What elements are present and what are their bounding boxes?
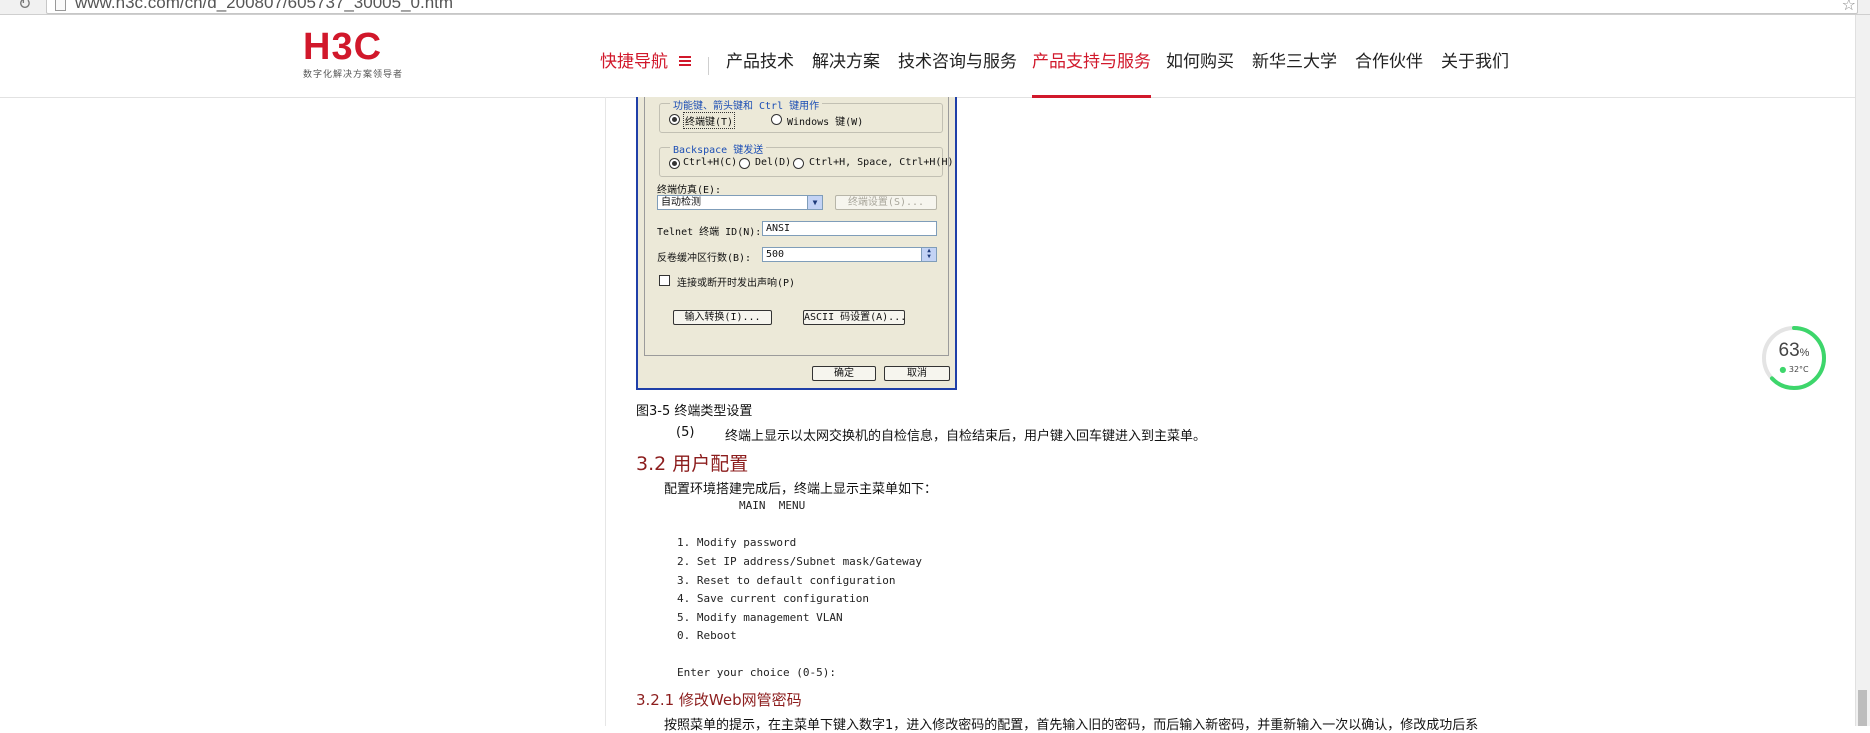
nav-solutions[interactable]: 解决方案 xyxy=(812,15,880,97)
radio-del-label: Del(D) xyxy=(755,157,792,168)
cut-paragraph: 按照菜单的提示，在主菜单下键入数字1，进入修改密码的配置，首先输入旧的密码，而后… xyxy=(664,718,1479,733)
nav-product-technology[interactable]: 产品技术 xyxy=(726,15,794,97)
radio-ctrl-h[interactable] xyxy=(669,158,680,169)
cancel-button[interactable]: 取消 xyxy=(884,366,950,381)
nav-h3c-university[interactable]: 新华三大学 xyxy=(1252,15,1337,97)
address-bar[interactable]: www.h3c.com/cn/d_200807/605737_30005_0.h… xyxy=(46,0,1858,14)
subsection-heading: 3.2.1 修改Web网管密码 xyxy=(636,691,802,709)
logo-tagline: 数字化解决方案领导者 xyxy=(303,70,404,80)
nav-about-us[interactable]: 关于我们 xyxy=(1441,15,1509,97)
telnet-id-value: ANSI xyxy=(766,223,791,234)
nav-label: 新华三大学 xyxy=(1252,52,1337,72)
nav-label: 产品技术 xyxy=(726,52,794,72)
menu-lines-icon xyxy=(679,54,692,68)
figure-caption: 图3-5 终端类型设置 xyxy=(636,404,753,419)
terminal-settings-dialog-image: 功能键、箭头键和 Ctrl 键用作 终端键(T) Windows 键(W) Ba… xyxy=(636,97,957,390)
terminal-settings-button[interactable]: 终端设置(S)... xyxy=(835,195,937,210)
keys-group: 功能键、箭头键和 Ctrl 键用作 终端键(T) Windows 键(W) xyxy=(659,97,943,133)
gauge-percent: 63% xyxy=(1761,340,1827,362)
menu-item: 3. Reset to default configuration xyxy=(677,574,896,587)
menu-item: 2. Set IP address/Subnet mask/Gateway xyxy=(677,555,923,568)
browser-toolbar: ↻ www.h3c.com/cn/d_200807/605737_30005_0… xyxy=(0,0,1870,15)
backspace-group-title: Backspace 键发送 xyxy=(670,141,767,156)
nav-label: 产品支持与服务 xyxy=(1032,52,1151,72)
dropdown-arrow-icon[interactable]: ▼ xyxy=(807,196,822,209)
nav-label: 解决方案 xyxy=(812,52,880,72)
menu-title: MAIN MENU xyxy=(739,499,806,512)
menu-prompt: Enter your choice (0-5): xyxy=(677,666,836,679)
nav-label: 快捷导航 xyxy=(600,52,668,72)
keys-group-title: 功能键、箭头键和 Ctrl 键用作 xyxy=(670,97,823,112)
page-icon xyxy=(55,0,66,11)
ok-button[interactable]: 确定 xyxy=(812,366,876,381)
nav-how-to-buy[interactable]: 如何购买 xyxy=(1166,15,1234,97)
emulation-label: 终端仿真(E): xyxy=(657,185,722,196)
page-scrollbar-thumb[interactable] xyxy=(1858,690,1867,726)
gauge-temp-value: 32°C xyxy=(1788,365,1809,374)
menu-item: 4. Save current configuration xyxy=(677,592,870,605)
nav-support-services[interactable]: 产品支持与服务 xyxy=(1032,15,1151,98)
nav-label: 技术咨询与服务 xyxy=(898,52,1017,72)
nav-quick-navigation[interactable]: 快捷导航 xyxy=(600,15,692,97)
input-translation-button[interactable]: 输入转换(I)... xyxy=(673,310,772,325)
spinner-arrows-icon[interactable]: ▲ ▼ xyxy=(921,248,936,261)
backspace-group: Backspace 键发送 Ctrl+H(C) Del(D) Ctrl+H, S… xyxy=(659,141,954,177)
telnet-id-label: Telnet 终端 ID(N): xyxy=(657,227,762,238)
intro-paragraph: 配置环境搭建完成后，终端上显示主菜单如下： xyxy=(664,482,938,497)
radio-windows-keys[interactable] xyxy=(771,114,782,125)
radio-ctrl-h-space[interactable] xyxy=(793,158,804,169)
gauge-percent-value: 63 xyxy=(1778,340,1800,361)
reload-icon[interactable]: ↻ xyxy=(18,0,31,13)
menu-item: 0. Reboot xyxy=(677,629,737,642)
ascii-setup-button[interactable]: ASCII 码设置(A)... xyxy=(803,310,906,325)
step-number: (5) xyxy=(676,425,695,440)
radio-del[interactable] xyxy=(739,158,750,169)
menu-item: 1. Modify password xyxy=(677,536,797,549)
gauge-percent-unit: % xyxy=(1799,347,1810,359)
radio-windows-keys-label: Windows 键(W) xyxy=(787,117,864,128)
gauge-temperature: ● 32°C xyxy=(1761,365,1827,374)
emulation-value: 自动检测 xyxy=(661,197,701,208)
radio-ctrl-h-label: Ctrl+H(C) xyxy=(683,157,738,168)
menu-item: 5. Modify management VLAN xyxy=(677,611,843,624)
nav-divider xyxy=(708,57,709,75)
step-text: 终端上显示以太网交换机的自检信息，自检结束后，用户键入回车键进入到主菜单。 xyxy=(725,429,1207,444)
bookmark-star-icon[interactable]: ☆ xyxy=(1842,0,1856,14)
radio-terminal-keys[interactable] xyxy=(669,114,680,125)
h3c-logo[interactable]: H3C 数字化解决方案领导者 xyxy=(303,26,404,80)
thermometer-icon: ● xyxy=(1779,365,1787,374)
beep-checkbox-label: 连接或断开时发出声响(P) xyxy=(677,278,796,289)
nav-label: 关于我们 xyxy=(1441,52,1509,72)
section-heading: 3.2 用户配置 xyxy=(636,453,749,475)
logo-text: H3C xyxy=(303,26,383,68)
address-url[interactable]: www.h3c.com/cn/d_200807/605737_30005_0.h… xyxy=(75,0,453,13)
scrollback-label: 反卷缓冲区行数(B): xyxy=(657,253,752,264)
emulation-select[interactable]: 自动检测 ▼ xyxy=(657,195,823,210)
system-monitor-widget[interactable]: 63% ● 32°C xyxy=(1761,325,1827,391)
settings-panel: 功能键、箭头键和 Ctrl 键用作 终端键(T) Windows 键(W) Ba… xyxy=(644,97,954,356)
content-left-border xyxy=(605,97,606,726)
nav-label: 如何购买 xyxy=(1166,52,1234,72)
radio-terminal-keys-label: 终端键(T) xyxy=(683,112,736,129)
radio-ctrl-h-space-label: Ctrl+H, Space, Ctrl+H(H) xyxy=(809,157,954,168)
nav-partners[interactable]: 合作伙伴 xyxy=(1355,15,1423,97)
beep-checkbox[interactable] xyxy=(659,275,670,286)
scrollback-value: 500 xyxy=(766,249,785,260)
nav-consulting-services[interactable]: 技术咨询与服务 xyxy=(898,15,1017,97)
site-header: H3C 数字化解决方案领导者 快捷导航 产品技术 解决方案 技术咨询与服务 产品… xyxy=(0,15,1870,98)
telnet-id-input[interactable]: ANSI xyxy=(762,221,937,236)
page-scrollbar-track[interactable] xyxy=(1855,15,1870,726)
scrollback-input[interactable]: 500 ▲ ▼ xyxy=(762,247,937,262)
nav-label: 合作伙伴 xyxy=(1355,52,1423,72)
